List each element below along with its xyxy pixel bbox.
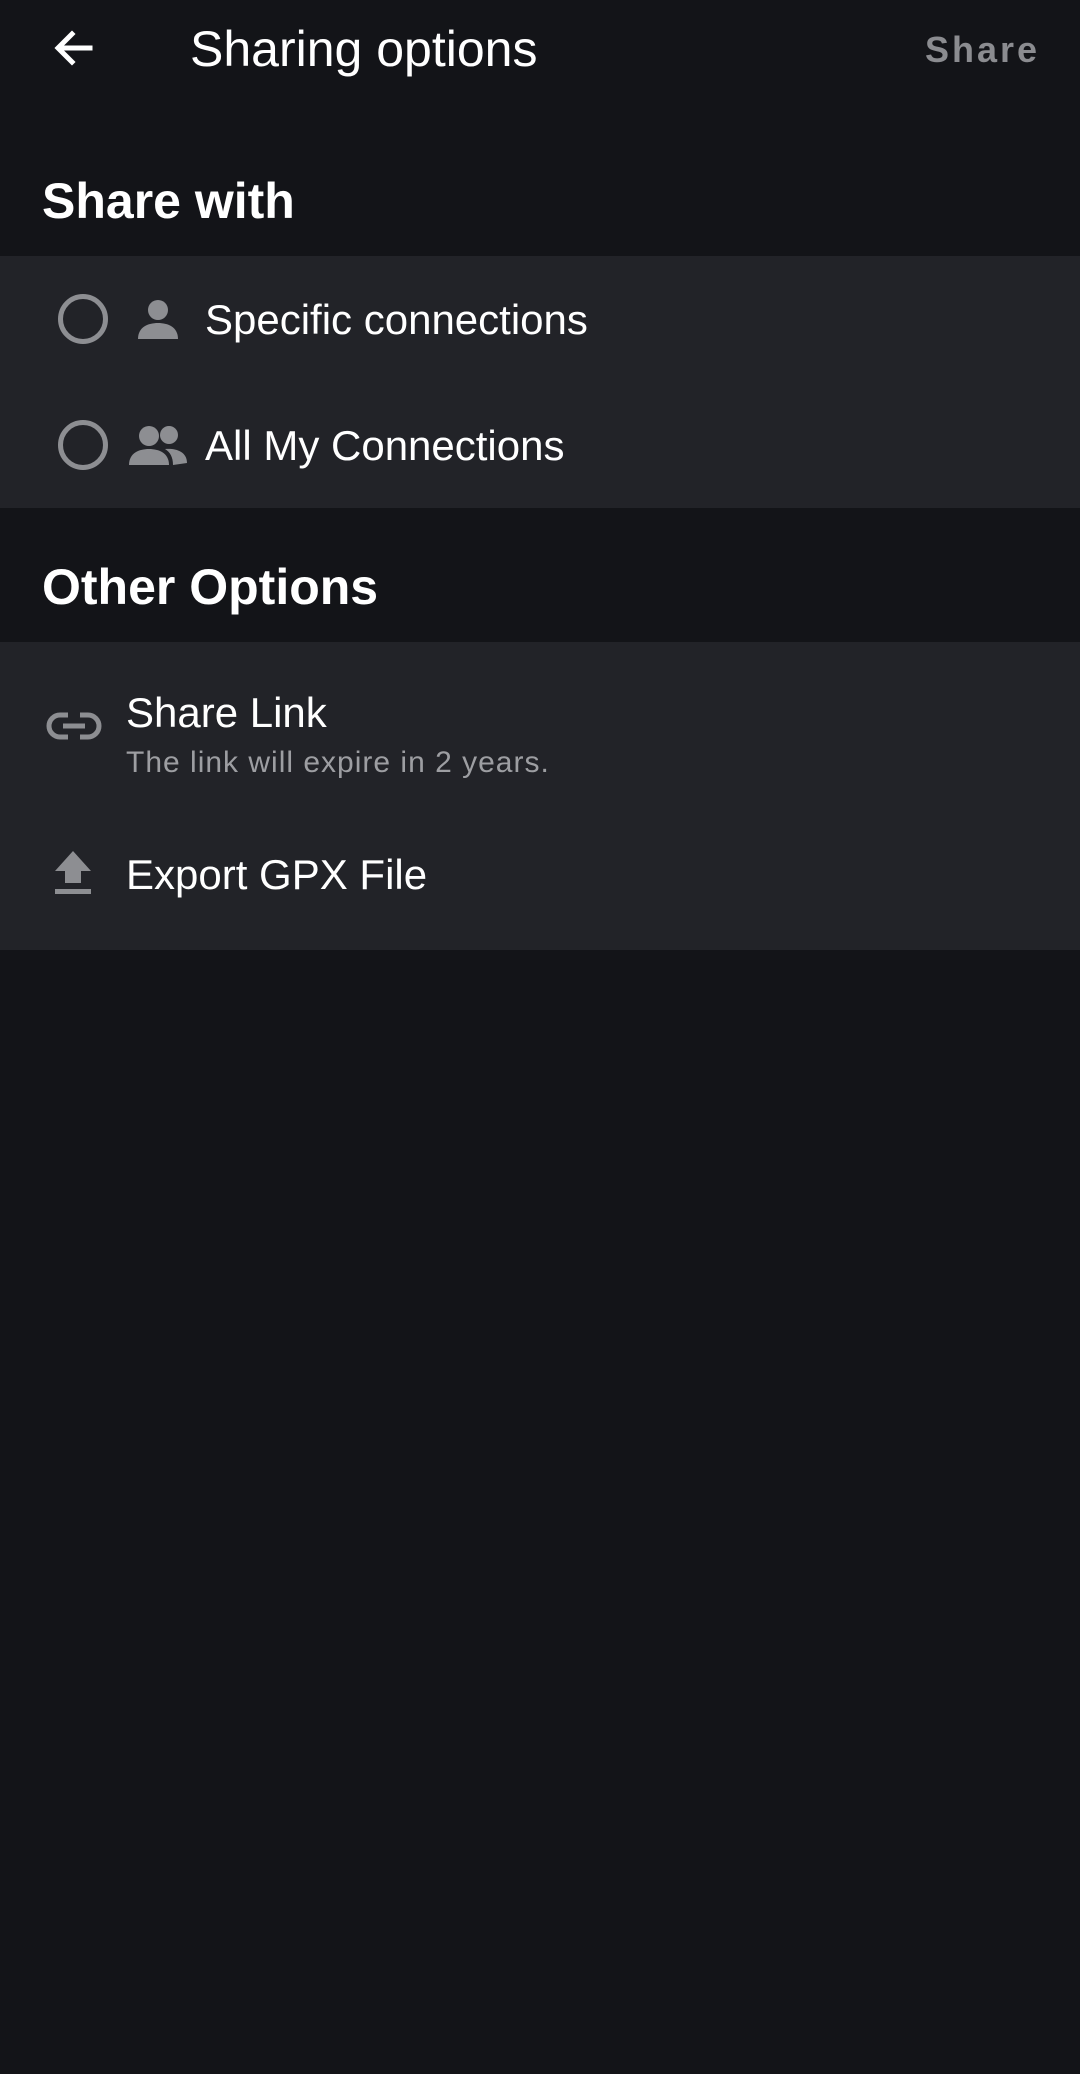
people-icon xyxy=(126,420,190,470)
share-link-row[interactable]: Share Link The link will expire in 2 yea… xyxy=(0,642,1080,807)
export-gpx-label: Export GPX File xyxy=(126,851,428,898)
export-gpx-row[interactable]: Export GPX File xyxy=(0,807,1080,950)
option-all-connections[interactable]: All My Connections xyxy=(0,382,1080,508)
option-specific-connections[interactable]: Specific connections xyxy=(0,256,1080,382)
option-label: Specific connections xyxy=(205,296,588,343)
person-icon xyxy=(130,294,186,344)
other-options-card: Share Link The link will expire in 2 yea… xyxy=(0,642,1080,950)
arrow-back-icon xyxy=(50,24,98,77)
page-title: Sharing options xyxy=(190,21,538,77)
radio-button[interactable] xyxy=(58,294,108,344)
back-button[interactable] xyxy=(36,16,112,84)
radio-button[interactable] xyxy=(58,420,108,470)
share-with-card: Specific connections All My Connections xyxy=(0,256,1080,508)
link-icon xyxy=(44,708,104,744)
share-button[interactable]: Share xyxy=(925,22,1040,78)
share-link-label: Share Link xyxy=(126,689,327,736)
share-link-subtitle: The link will expire in 2 years. xyxy=(126,746,550,779)
share-with-header: Share with xyxy=(42,173,295,229)
other-options-header: Other Options xyxy=(42,559,379,615)
option-label: All My Connections xyxy=(205,422,565,469)
app-bar: Sharing options Share xyxy=(0,0,1080,100)
upload-icon xyxy=(50,849,96,897)
